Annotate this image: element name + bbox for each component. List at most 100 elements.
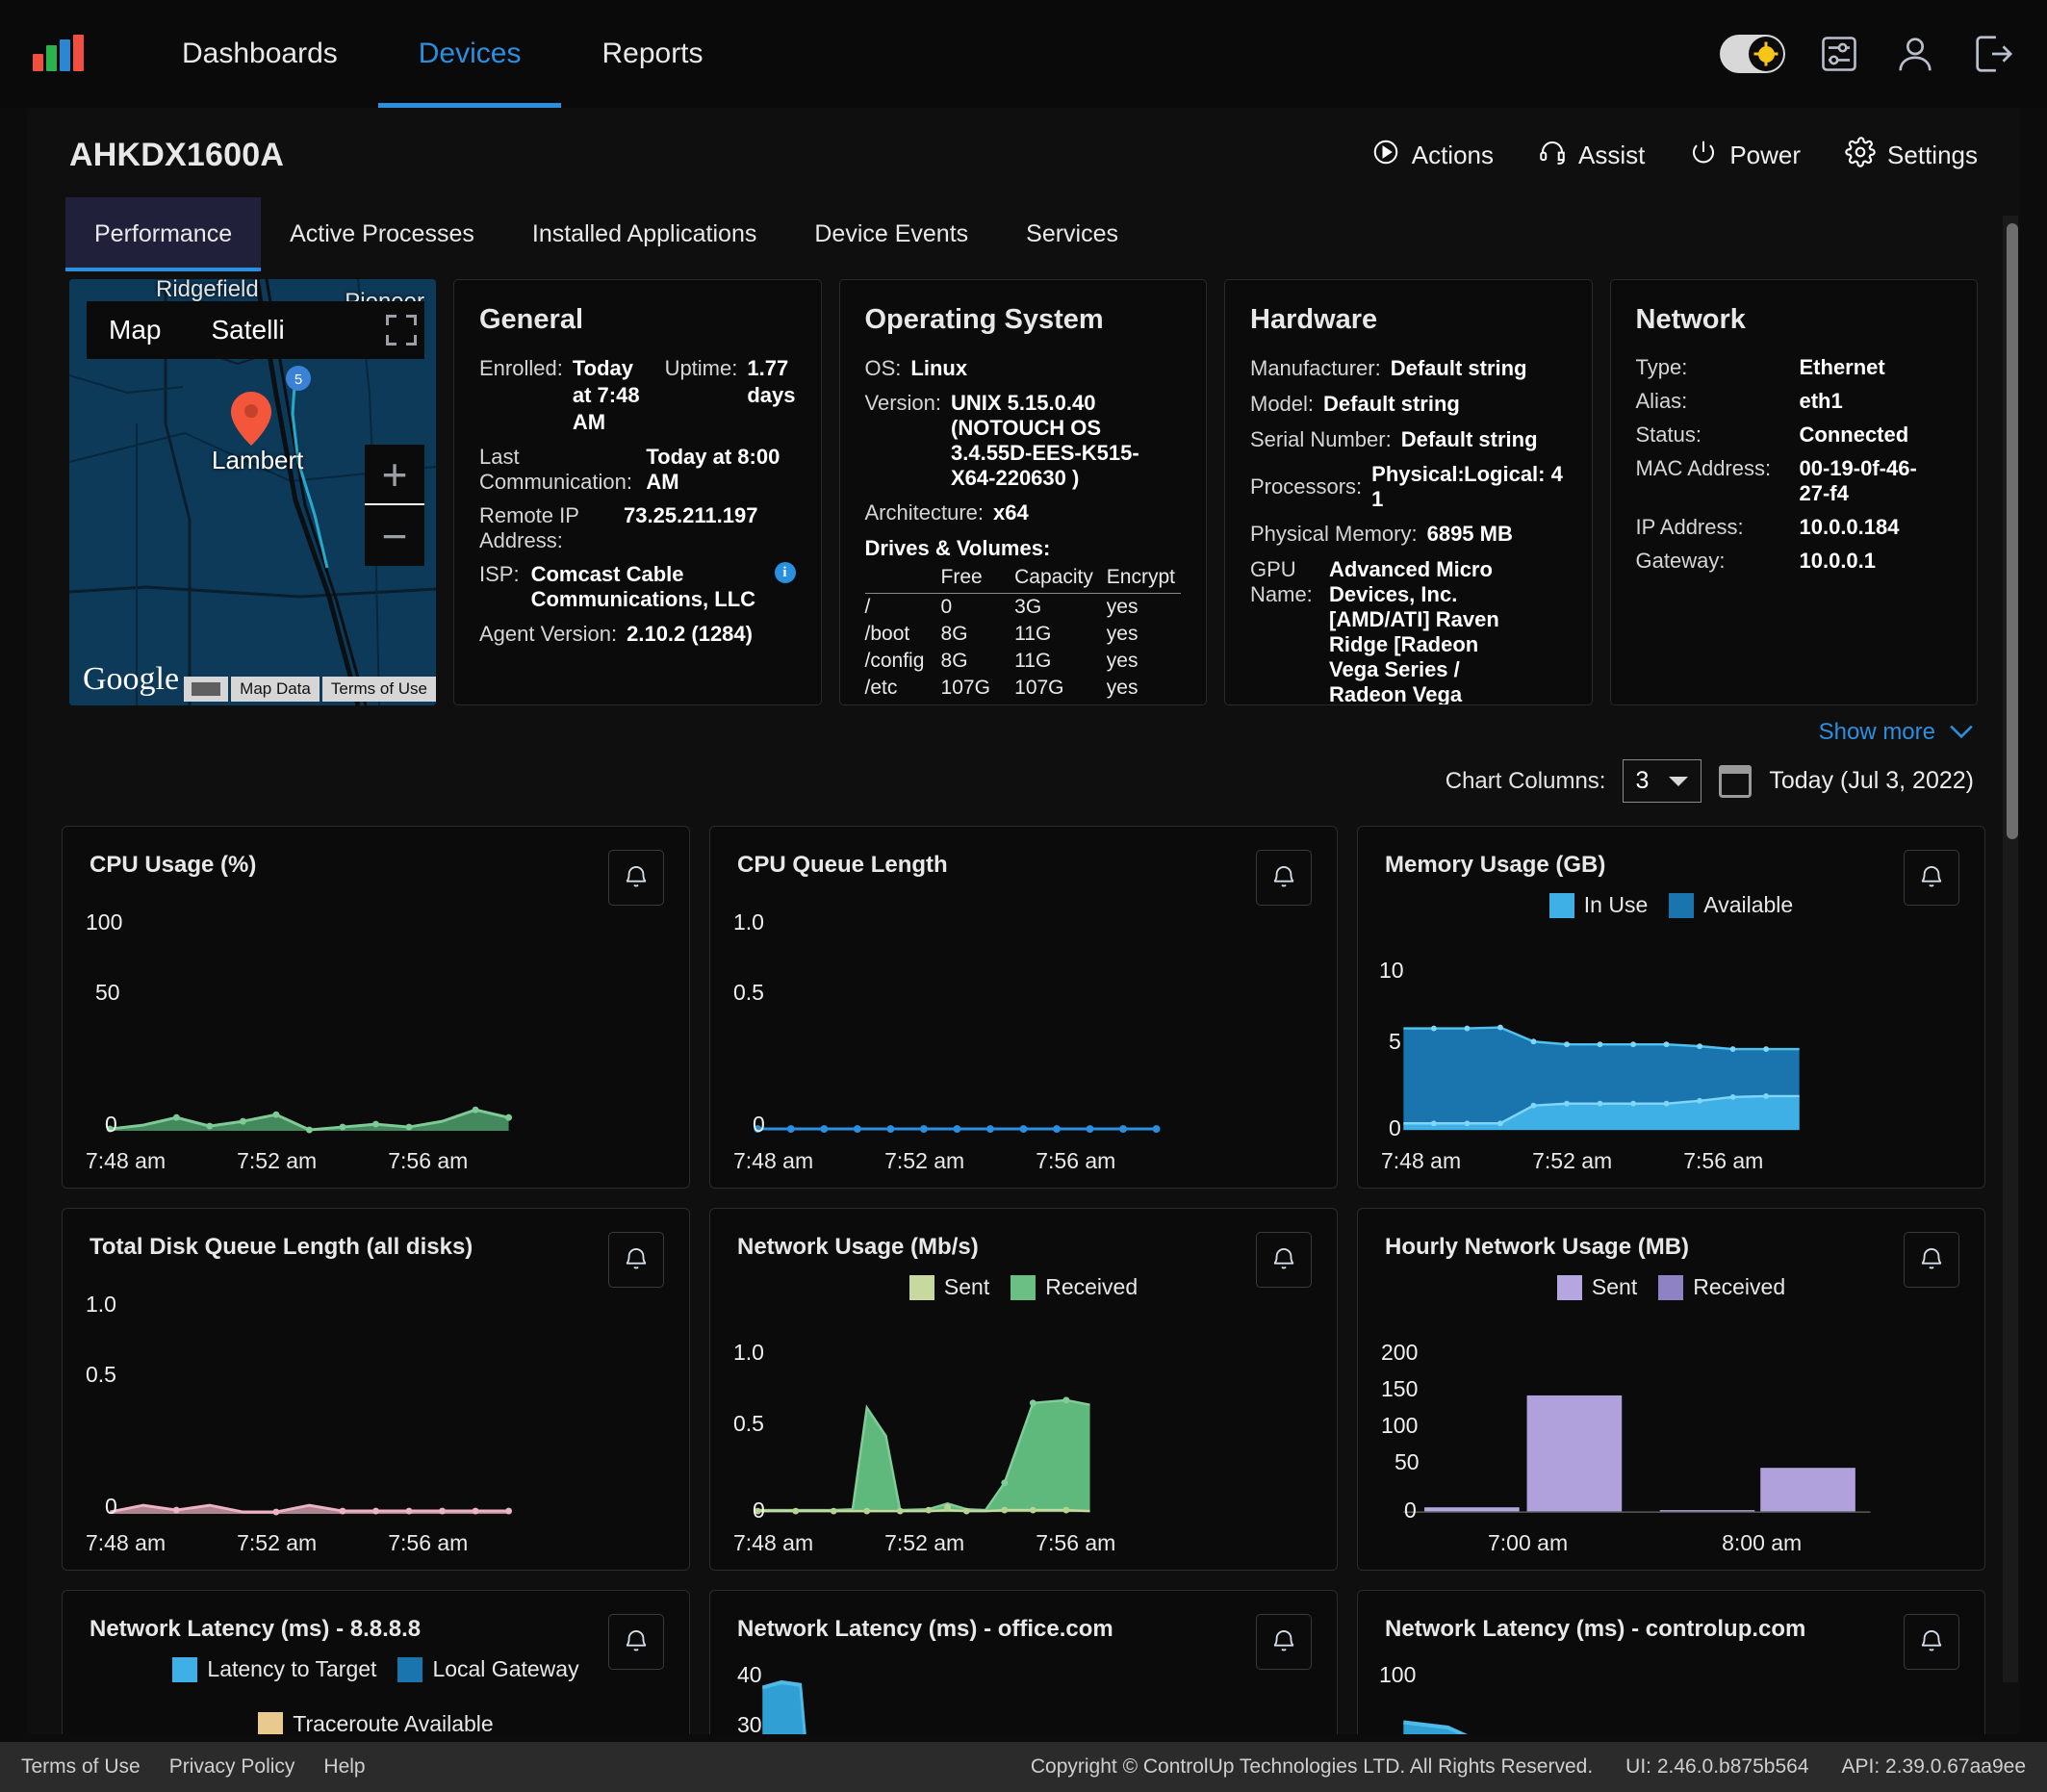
drive-encrypt: yes (1106, 596, 1139, 619)
y-tick: 0 (753, 1112, 765, 1137)
footer-terms-link[interactable]: Terms of Use (21, 1755, 141, 1779)
legend-label: Local Gateway (432, 1656, 579, 1681)
y-tick: 0 (105, 1494, 117, 1519)
physical-memory-value: 6895 MB (1426, 522, 1513, 547)
show-more-row: Show more (27, 705, 2020, 746)
chevron-down-icon (1949, 719, 1974, 746)
map-data-link[interactable]: Map Data (231, 677, 320, 702)
legend-swatch (397, 1656, 423, 1682)
drive-name: /boot (864, 623, 910, 646)
logout-icon[interactable] (1970, 32, 2014, 76)
keyboard-icon[interactable] (184, 677, 229, 702)
chart-plot: 1.0 0.5 0 (710, 1340, 1337, 1523)
map-type-satellite-button[interactable]: Satelli (211, 315, 284, 346)
location-map[interactable]: 5 Ridgefield Pioneer Map Satelli Lambert… (69, 279, 436, 705)
tab-device-events[interactable]: Device Events (785, 197, 997, 271)
bell-icon[interactable] (608, 1614, 664, 1670)
x-tick: 7:52 am (1532, 1148, 1613, 1173)
manufacturer-value: Default string (1390, 356, 1527, 380)
y-tick: 10 (1379, 958, 1404, 983)
legend-item[interactable]: Latency to Target (172, 1656, 376, 1682)
remote-ip-value: 73.25.211.197 (624, 503, 758, 528)
bell-icon[interactable] (608, 1232, 664, 1288)
manufacturer-label: Manufacturer: (1250, 356, 1381, 380)
page-scrollbar-thumb[interactable] (2007, 223, 2018, 839)
bell-icon[interactable] (1904, 850, 1959, 906)
hardware-gpu-name-row: GPU Name: Advanced Micro Devices, Inc. [… (1250, 557, 1567, 704)
drive-name: /lib (865, 702, 941, 704)
tab-performance[interactable]: Performance (65, 197, 262, 271)
chart-title: Network Latency (ms) - office.com (737, 1616, 1113, 1642)
table-row: /boot 8G 11G yes (865, 621, 1182, 648)
network-gateway-row: Gateway: 10.0.0.1 (1636, 549, 1953, 574)
legend-item[interactable]: In Use (1548, 892, 1648, 918)
x-tick: 7:56 am (1683, 1148, 1764, 1173)
y-tick: 40 (737, 1662, 762, 1687)
legend-label: Received (1045, 1274, 1139, 1299)
user-icon[interactable] (1893, 32, 1937, 76)
info-icon[interactable]: i (774, 562, 796, 584)
y-tick: 0 (105, 1112, 117, 1137)
footer-help-link[interactable]: Help (323, 1755, 365, 1779)
chart-columns-select[interactable]: 3 (1623, 759, 1702, 803)
map-terms-link[interactable]: Terms of Use (321, 677, 436, 702)
y-tick: 0 (1389, 1115, 1401, 1140)
map-zoom-in-button[interactable]: + (365, 445, 424, 505)
settings-button[interactable]: Settings (1845, 137, 1978, 174)
hardware-manufacturer-row: Manufacturer: Default string (1250, 355, 1567, 382)
drive-name: / (864, 596, 871, 619)
legend-swatch (1548, 892, 1574, 918)
legend-label: Available (1703, 892, 1794, 917)
chart-x-axis: 7:48 am 7:52 am 7:56 am (63, 1148, 689, 1174)
legend-item[interactable]: Traceroute Available (90, 1711, 662, 1734)
chart-card-network-latency-office: Network Latency (ms) - office.com 40 30 (709, 1590, 1338, 1734)
date-range-value[interactable]: Today (Jul 3, 2022) (1769, 767, 1974, 795)
calendar-icon[interactable] (1719, 764, 1753, 798)
actions-button[interactable]: Actions (1371, 138, 1494, 173)
legend-item[interactable]: Sent (908, 1274, 989, 1300)
tab-active-processes[interactable]: Active Processes (261, 197, 503, 271)
bell-icon[interactable] (608, 850, 664, 906)
assist-button[interactable]: Assist (1538, 138, 1645, 173)
legend-item[interactable]: Sent (1556, 1274, 1637, 1300)
device-detail-panel: AHKDX1600A Actions Assist Power Settings… (27, 108, 2020, 1734)
legend-item[interactable]: Received (1011, 1274, 1138, 1300)
y-tick: 30 (737, 1712, 762, 1734)
drive-free: 0 (940, 596, 953, 619)
os-row: OS: Linux (865, 355, 1182, 382)
bell-icon[interactable] (1256, 1232, 1312, 1288)
power-button[interactable]: Power (1689, 138, 1801, 173)
legend-item[interactable]: Available (1669, 892, 1793, 918)
bell-icon[interactable] (1256, 850, 1312, 906)
bell-icon[interactable] (1904, 1232, 1959, 1288)
map-zoom-out-button[interactable]: − (365, 505, 424, 566)
drive-name: /config (864, 650, 925, 673)
y-tick: 200 (1381, 1340, 1419, 1365)
show-more-button[interactable]: Show more (1819, 719, 1974, 746)
footer-privacy-link[interactable]: Privacy Policy (169, 1755, 295, 1779)
nav-tab-devices[interactable]: Devices (377, 0, 562, 108)
network-gateway-label: Gateway: (1635, 549, 1726, 573)
drive-encrypt: yes (1106, 623, 1139, 646)
tab-installed-applications[interactable]: Installed Applications (503, 197, 785, 271)
drive-encrypt: yes (1106, 677, 1139, 700)
tab-services[interactable]: Services (997, 197, 1147, 271)
os-label: OS: (864, 356, 902, 380)
y-tick: 100 (1379, 1662, 1417, 1687)
nav-tab-reports[interactable]: Reports (561, 0, 743, 108)
chart-x-axis: 7:00 am 8:00 am (1358, 1530, 1984, 1556)
fullscreen-icon[interactable] (386, 315, 417, 346)
map-zoom-controls: + − (365, 445, 424, 566)
footer-copyright: Copyright © ControlUp Technologies LTD. … (1030, 1755, 1594, 1778)
bar-chart-logo[interactable] (33, 35, 84, 71)
footer-ui-version: UI: 2.46.0.b875b564 (1625, 1755, 1809, 1778)
legend-item[interactable]: Local Gateway (397, 1656, 579, 1682)
map-type-map-button[interactable]: Map (87, 315, 161, 346)
nav-tab-dashboards[interactable]: Dashboards (141, 0, 378, 108)
os-value: Linux (910, 356, 968, 380)
chart-title: CPU Usage (%) (90, 852, 257, 878)
legend-item[interactable]: Received (1658, 1274, 1785, 1300)
general-last-communication-row: Last Communication: Today at 8:00 AM (479, 445, 796, 495)
sliders-icon[interactable] (1818, 33, 1860, 75)
theme-toggle[interactable] (1720, 35, 1785, 73)
